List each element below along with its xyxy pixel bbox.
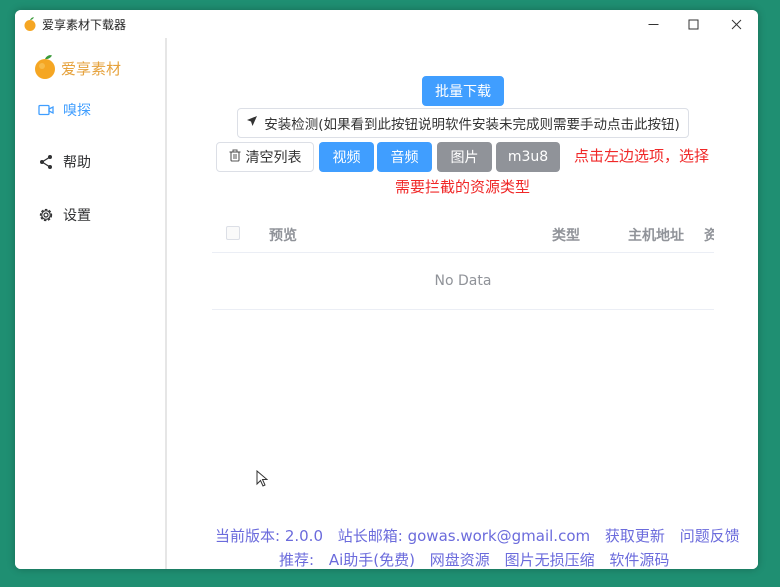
column-header-host: 主机地址 (628, 228, 684, 244)
orange-logo-icon (35, 55, 55, 79)
filter-video-button[interactable]: 视频 (319, 142, 374, 172)
column-header-preview: 预览 (269, 228, 297, 244)
send-icon (246, 115, 258, 131)
orange-logo-icon (24, 17, 36, 31)
version-text: 当前版本: 2.0.0 (215, 527, 323, 545)
sidebar-item-settings[interactable]: 设置 (37, 203, 91, 227)
filter-audio-button[interactable]: 音频 (377, 142, 432, 172)
close-button[interactable] (714, 10, 758, 38)
ai-assistant-link[interactable]: Ai助手(免费) (329, 551, 415, 569)
install-check-label: 安装检测(如果看到此按钮说明软件安装未完成则需要手动点击此按钮) (264, 117, 680, 133)
empty-table-text: No Data (434, 273, 492, 289)
source-code-link[interactable]: 软件源码 (609, 551, 669, 569)
sidebar-item-label: 设置 (63, 208, 91, 224)
clear-list-label: 清空列表 (245, 150, 302, 166)
footer-info-line: 当前版本: 2.0.0 站长邮箱: gowas.work@gmail.com 获… (215, 525, 750, 546)
minimize-icon (648, 23, 658, 25)
sidebar-item-sniff[interactable]: 嗅探 (37, 98, 91, 122)
main-content: 批量下载 安装检测(如果看到此按钮说明软件安装未完成则需要手动点击此按钮) 清空… (169, 38, 758, 569)
select-all-checkbox[interactable] (226, 226, 240, 240)
gear-icon (37, 206, 55, 224)
mouse-cursor-icon (256, 470, 268, 487)
maximize-icon (688, 19, 698, 29)
footer-recommend-line: 推荐: Ai助手(免费) 网盘资源 图片无损压缩 软件源码 (279, 549, 679, 569)
logo-text: 爱享素材 (61, 60, 122, 78)
share-icon (37, 153, 55, 171)
batch-download-button[interactable]: 批量下载 (422, 76, 504, 106)
app-window: 爱享素材下载器 爱享素材 嗅探 帮助 设置 批量下载 安装检测(如果看到此按钮说… (15, 10, 758, 569)
hint-text-line1: 点击左边选项，选择 (574, 147, 710, 165)
get-update-link[interactable]: 获取更新 (605, 527, 665, 545)
sidebar-item-help[interactable]: 帮助 (37, 150, 91, 174)
column-header-type: 类型 (552, 228, 580, 244)
column-header-resource: 资 (704, 228, 714, 244)
window-title: 爱享素材下载器 (42, 18, 127, 32)
video-camera-icon (37, 101, 55, 119)
feedback-link[interactable]: 问题反馈 (680, 527, 740, 545)
email-link[interactable]: 站长邮箱: gowas.work@gmail.com (338, 527, 590, 545)
install-check-button[interactable]: 安装检测(如果看到此按钮说明软件安装未完成则需要手动点击此按钮) (237, 108, 689, 138)
filter-m3u8-button[interactable]: m3u8 (496, 142, 560, 172)
table-body: No Data (212, 253, 714, 310)
image-compress-link[interactable]: 图片无损压缩 (505, 551, 595, 569)
title-bar: 爱享素材下载器 (15, 10, 758, 38)
close-icon (731, 19, 741, 29)
hint-text-line2: 需要拦截的资源类型 (395, 178, 531, 196)
maximize-button[interactable] (671, 10, 715, 38)
trash-icon (229, 149, 241, 166)
sidebar-item-label: 嗅探 (63, 103, 91, 119)
recommend-label: 推荐: (279, 551, 315, 569)
minimize-button[interactable] (631, 10, 675, 38)
table-header: 预览 类型 主机地址 资 (212, 213, 714, 253)
netdisk-link[interactable]: 网盘资源 (430, 551, 490, 569)
resource-table: 预览 类型 主机地址 资 No Data (212, 213, 714, 310)
clear-list-button[interactable]: 清空列表 (216, 142, 314, 172)
filter-image-button[interactable]: 图片 (437, 142, 492, 172)
sidebar-item-label: 帮助 (63, 155, 91, 171)
sidebar: 爱享素材 嗅探 帮助 设置 (15, 38, 167, 569)
